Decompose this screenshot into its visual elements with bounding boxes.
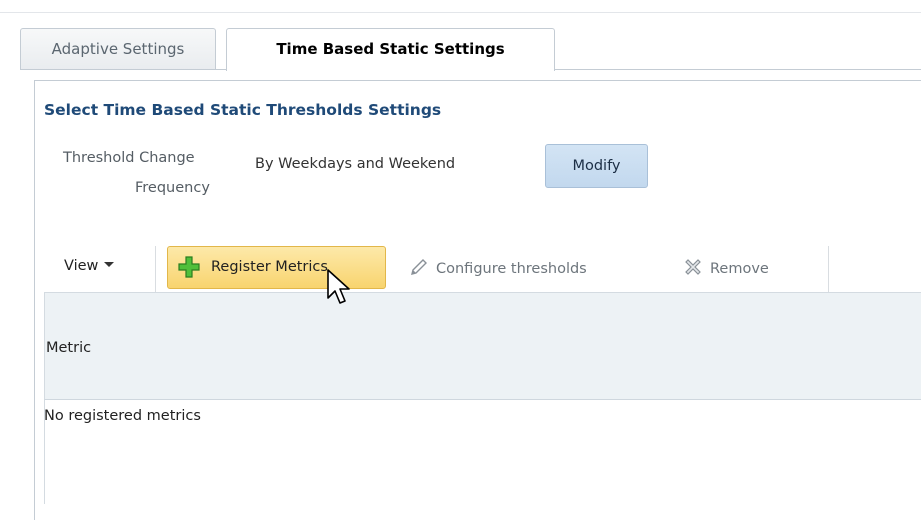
configure-thresholds-label: Configure thresholds: [436, 261, 587, 277]
modify-button[interactable]: Modify: [545, 144, 648, 188]
view-menu[interactable]: View: [64, 258, 115, 274]
table-header: [44, 292, 921, 400]
toolbar-divider: [155, 246, 156, 292]
remove-button[interactable]: Remove: [682, 258, 769, 280]
tab-label: Time Based Static Settings: [276, 40, 505, 58]
threshold-frequency-value: By Weekdays and Weekend: [255, 156, 456, 172]
configure-thresholds-button[interactable]: Configure thresholds: [408, 258, 587, 280]
register-metrics-label: Register Metrics: [211, 259, 328, 275]
tab-label: Adaptive Settings: [51, 40, 185, 58]
plus-icon: [178, 256, 200, 278]
tab-adaptive-settings[interactable]: Adaptive Settings: [20, 28, 216, 70]
tab-time-based-static-settings[interactable]: Time Based Static Settings: [226, 28, 555, 71]
empty-table-message: No registered metrics: [44, 408, 201, 424]
remove-label: Remove: [710, 261, 769, 277]
mouse-pointer-icon: [327, 269, 350, 304]
toolbar-divider: [828, 246, 829, 292]
column-header-metric[interactable]: Metric: [46, 340, 91, 356]
section-title: Select Time Based Static Thresholds Sett…: [44, 101, 442, 119]
pencil-icon: [411, 259, 427, 275]
caret-down-icon: [104, 261, 115, 267]
view-menu-label: View: [64, 258, 99, 274]
top-divider: [0, 12, 921, 13]
register-metrics-button[interactable]: Register Metrics: [167, 246, 386, 289]
threshold-frequency-label-cont: Frequency: [135, 180, 210, 196]
threshold-frequency-label: Threshold Change: [63, 150, 195, 166]
remove-x-icon: [685, 259, 701, 275]
